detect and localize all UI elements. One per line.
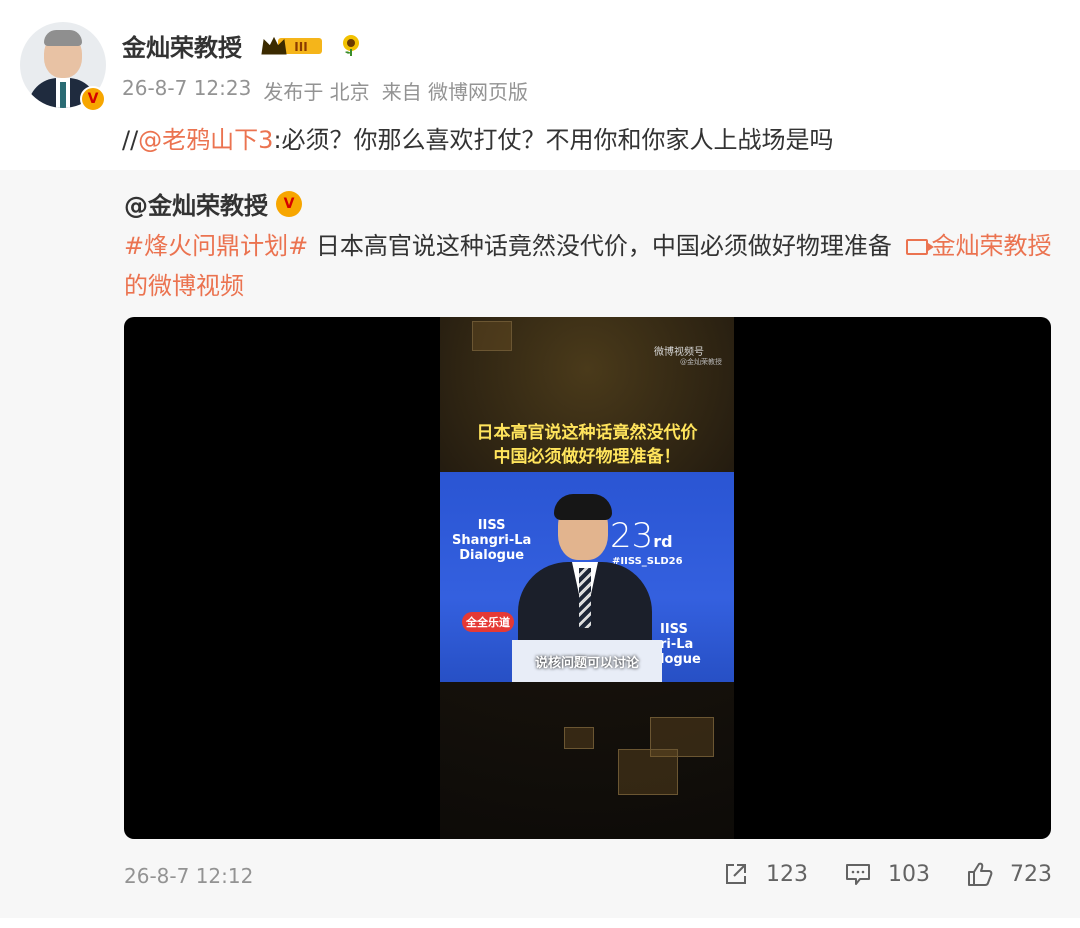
action-bar: 123 103 723: [722, 860, 1052, 888]
event-logo-line: IISS: [660, 622, 688, 637]
quoted-author-name[interactable]: @金灿荣教授: [124, 186, 268, 221]
comment-icon: [846, 864, 870, 885]
quoted-author[interactable]: @金灿荣教授 V: [124, 186, 302, 221]
avatar-tie: [60, 82, 66, 108]
mention-link[interactable]: @老鸦山下3: [138, 126, 273, 154]
decorative-square: [472, 321, 512, 351]
video-caption-line: 中国必须做好物理准备！: [493, 447, 681, 467]
event-edition: 23rd: [610, 516, 673, 556]
quoted-timestamp[interactable]: 26-8-7 12:12: [124, 864, 253, 888]
sunflower-icon[interactable]: [340, 34, 362, 56]
like-button[interactable]: 723: [966, 860, 1052, 888]
thumbs-up-icon: [968, 862, 993, 886]
event-logo-line: IISS: [477, 518, 506, 533]
event-hashtag: #IISS_SLD26: [612, 556, 683, 567]
post-source: 来自 微博网页版: [381, 80, 529, 104]
video-caption-line: 日本高官说这种话竟然没代价: [476, 423, 698, 443]
event-edition-number: 23: [610, 516, 654, 556]
like-count: 723: [1010, 861, 1052, 887]
share-button[interactable]: 123: [722, 860, 808, 888]
speaker-tie: [579, 568, 591, 628]
username[interactable]: 金灿荣教授: [122, 28, 242, 63]
post-location: 发布于 北京: [263, 80, 370, 104]
quoted-post[interactable]: @金灿荣教授 V #烽火问鼎计划# 日本高官说这种话竟然没代价，中国必须做好物理…: [0, 170, 1080, 918]
crown-level-text: III: [294, 40, 307, 54]
weibo-video-watermark-sub: @金灿荣教授: [680, 358, 722, 366]
video-frame: 微博视频号 @金灿荣教授 日本高官说这种话竟然没代价 中国必须做好物理准备！ I…: [440, 317, 734, 839]
verified-badge-icon: V: [80, 86, 106, 112]
share-count: 123: [766, 861, 808, 887]
comment-count: 103: [888, 861, 930, 887]
repost-card: V 金灿荣教授 III 26-8-7 12:23 发布于 北京 来自 微博网页版…: [0, 0, 1080, 170]
quoted-text: #烽火问鼎计划# 日本高官说这种话竟然没代价，中国必须做好物理准备 金灿荣教授的…: [124, 226, 1054, 306]
event-logo-line: Shangri-La: [452, 533, 532, 548]
quoted-body: 日本高官说这种话竟然没代价，中国必须做好物理准备: [308, 232, 892, 260]
verified-badge-icon: V: [276, 190, 302, 217]
speaker-hair: [554, 494, 612, 520]
topic-link[interactable]: #烽火问鼎计划#: [124, 232, 308, 260]
event-logo-left: IISS Shangri-La Dialogue: [452, 518, 531, 563]
crown-level-icon[interactable]: III: [260, 34, 324, 58]
decorative-square: [618, 749, 678, 795]
weibo-video-watermark: 微博视频号: [654, 347, 704, 358]
channel-sticker: 全全乐道: [462, 612, 514, 632]
comment-button[interactable]: 103: [844, 860, 930, 888]
post-meta: 26-8-7 12:23 发布于 北京 来自 微博网页版: [122, 76, 528, 105]
event-logo-line: ri-La: [660, 637, 694, 652]
decorative-square: [564, 727, 594, 749]
video-caption: 日本高官说这种话竟然没代价 中国必须做好物理准备！: [440, 421, 734, 469]
avatar-hair: [44, 30, 82, 46]
repost-text: //@老鸦山下3:必须？你那么喜欢打仗？不用你和你家人上战场是吗: [122, 120, 834, 155]
repost-prefix: //: [122, 126, 139, 154]
video-player[interactable]: 微博视频号 @金灿荣教授 日本高官说这种话竟然没代价 中国必须做好物理准备！ I…: [124, 317, 1051, 839]
video-subtitle: 说核问题可以讨论: [534, 656, 639, 671]
share-icon: [726, 864, 746, 884]
event-logo-line: Dialogue: [459, 548, 525, 563]
post-timestamp[interactable]: 26-8-7 12:23: [122, 76, 251, 105]
video-scene: IISS Shangri-La Dialogue 23rd #IISS_SLD2…: [440, 472, 734, 682]
video-icon: [905, 239, 934, 255]
repost-body: :必须？你那么喜欢打仗？不用你和你家人上战场是吗: [273, 126, 834, 154]
event-edition-suffix: rd: [653, 532, 673, 551]
